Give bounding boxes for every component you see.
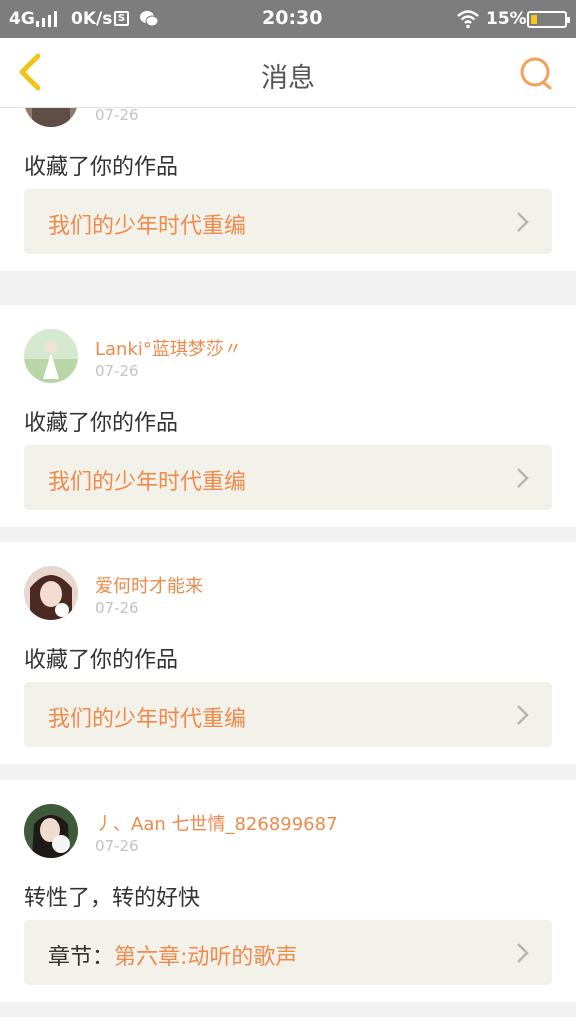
network-type: 4G <box>9 9 35 29</box>
sim-icon: S <box>114 11 129 26</box>
chapter-link[interactable]: 章节：第六章:动听的歌声 <box>24 920 552 985</box>
work-title: 我们的少年时代重编 <box>48 707 247 732</box>
work-link[interactable]: 我们的少年时代重编 <box>24 682 552 747</box>
notification-card[interactable]: Lanki°蓝琪梦莎〃 07-26 收藏了你的作品 我们的少年时代重编 <box>0 305 576 527</box>
battery-icon <box>527 11 570 28</box>
page-title: 消息 <box>261 63 315 94</box>
action-text: 转性了，转的好快 <box>24 886 201 911</box>
search-button[interactable] <box>516 54 556 94</box>
action-text: 收藏了你的作品 <box>24 155 179 180</box>
notification-card[interactable]: 凉忆 07-26 收藏了你的作品 我们的少年时代重编 <box>0 108 576 271</box>
user-avatar[interactable] <box>24 566 78 620</box>
action-text: 收藏了你的作品 <box>24 648 179 673</box>
user-avatar[interactable] <box>24 329 78 383</box>
chapter-title: 第六章:动听的歌声 <box>114 945 298 970</box>
network-speed: 0K/s <box>71 9 113 29</box>
message-list[interactable]: 凉忆 07-26 收藏了你的作品 我们的少年时代重编 Lanki°蓝琪梦莎〃 0… <box>0 108 576 1024</box>
user-name[interactable]: 丿、Aan 七世情_826899687 <box>95 810 338 836</box>
work-link[interactable]: 我们的少年时代重编 <box>24 445 552 510</box>
user-name[interactable]: Lanki°蓝琪梦莎〃 <box>95 335 242 361</box>
notification-card[interactable]: 丿、Aan 七世情_826899687 07-26 转性了，转的好快 章节：第六… <box>0 780 576 1002</box>
chevron-right-icon <box>517 468 529 488</box>
user-avatar[interactable] <box>24 108 78 127</box>
signal-icon <box>36 11 62 27</box>
chevron-right-icon <box>517 212 529 232</box>
notification-card[interactable] <box>0 1017 576 1024</box>
status-bar: 4G 0K/s S 20:30 15% <box>0 0 576 38</box>
wifi-icon <box>457 10 479 29</box>
user-avatar[interactable] <box>24 804 78 858</box>
chevron-right-icon <box>517 705 529 725</box>
clock: 20:30 <box>262 7 323 29</box>
link-prefix: 章节： <box>48 945 115 970</box>
date: 07-26 <box>95 108 139 124</box>
user-name[interactable]: 爱何时才能来 <box>95 572 203 598</box>
date: 07-26 <box>95 837 139 855</box>
work-title: 我们的少年时代重编 <box>48 214 247 239</box>
work-link[interactable]: 我们的少年时代重编 <box>24 189 552 254</box>
nav-bar: 消息 <box>0 38 576 108</box>
date: 07-26 <box>95 362 139 380</box>
date: 07-26 <box>95 599 139 617</box>
chevron-right-icon <box>517 943 529 963</box>
wechat-icon <box>140 11 159 27</box>
notification-card[interactable]: 爱何时才能来 07-26 收藏了你的作品 我们的少年时代重编 <box>0 542 576 764</box>
action-text: 收藏了你的作品 <box>24 411 179 436</box>
work-title: 我们的少年时代重编 <box>48 470 247 495</box>
battery-percent: 15% <box>486 9 527 29</box>
